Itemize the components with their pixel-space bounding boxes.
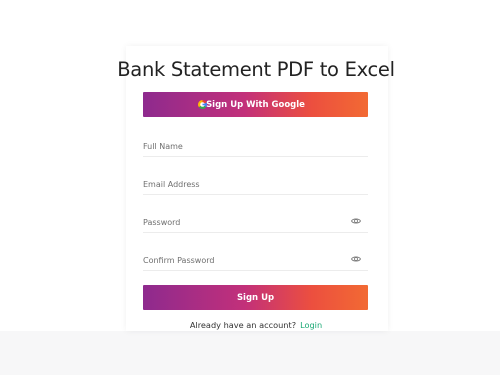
google-icon [198, 100, 207, 109]
login-link[interactable]: Login [300, 320, 322, 330]
top-band [0, 0, 500, 46]
eye-icon[interactable] [351, 216, 361, 226]
signup-label: Sign Up [236, 292, 275, 303]
eye-icon[interactable] [351, 254, 361, 264]
email-input[interactable] [143, 176, 343, 192]
google-signup-button[interactable]: Sign Up With Google [143, 92, 368, 117]
login-prompt-text: Already have an account? [189, 320, 297, 330]
page: Bank Statement PDF to Excel Sign Up With… [0, 0, 500, 375]
page-title: Bank Statement PDF to Excel [117, 58, 395, 81]
full-name-input[interactable] [143, 138, 343, 154]
bottom-band [0, 331, 500, 375]
login-prompt: Already have an account? Login [0, 320, 500, 330]
confirm-password-input[interactable] [143, 252, 343, 268]
google-signup-label: Sign Up With Google [206, 99, 305, 110]
password-field [143, 214, 368, 233]
confirm-password-field [143, 252, 368, 271]
password-input[interactable] [143, 214, 343, 230]
signup-button[interactable]: Sign Up [143, 285, 368, 310]
full-name-field [143, 138, 368, 157]
email-field [143, 176, 368, 195]
